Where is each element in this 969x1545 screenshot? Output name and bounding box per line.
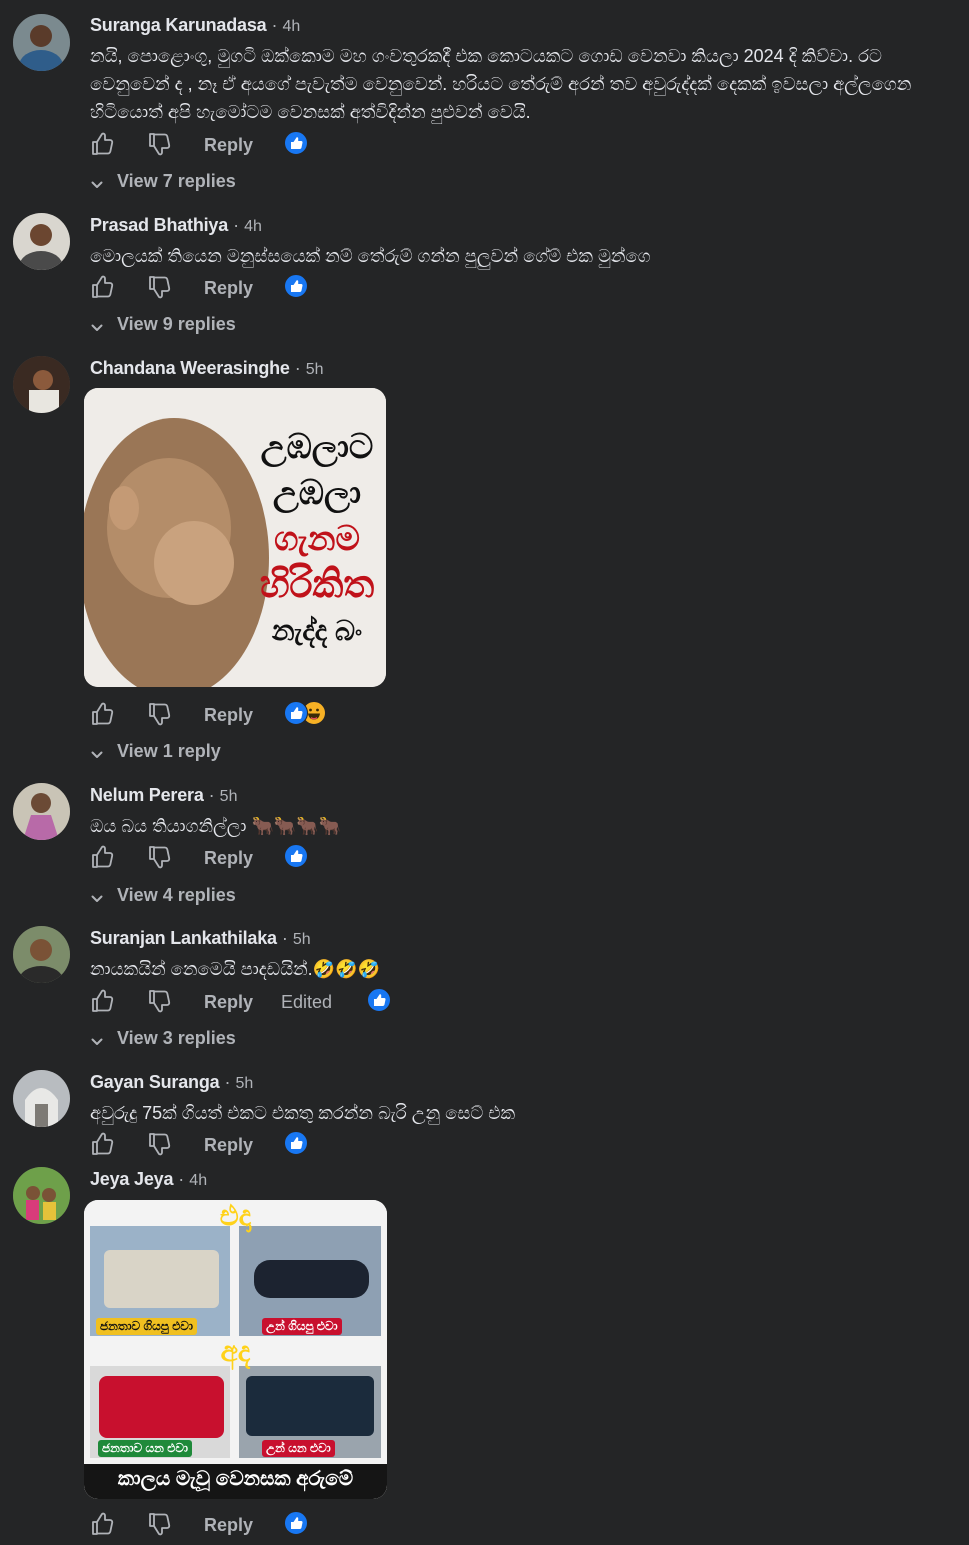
view-replies-label: View 4 replies (117, 885, 236, 905)
comment-actions: Reply (90, 274, 490, 304)
image-label-people-then: ජනතාව ගියපු එවා (96, 1318, 197, 1335)
like-icon[interactable] (90, 988, 114, 1014)
like-reaction-icon (367, 988, 391, 1012)
reply-button[interactable]: Reply (204, 992, 253, 1013)
comment-author[interactable]: Suranjan Lankathilaka (90, 928, 277, 948)
like-reaction-icon (284, 844, 308, 868)
comment-text: අවුරුදු 75ක් ගියත් එකට එකතු කරන්න බැරි උ… (90, 1103, 516, 1123)
comment-text: නායකයින් නෙමෙයි පාදඩයින්.🤣🤣🤣 (90, 959, 380, 979)
edited-label[interactable]: Edited (281, 992, 332, 1013)
comment-author[interactable]: Jeya Jeya (90, 1169, 173, 1189)
image-label-they-then: උන් ගියපු එවා (262, 1318, 342, 1335)
comment-text: මොලයක් තියෙන මනුස්සයෙක් නම් තේරුම් ගන්න … (90, 246, 651, 266)
view-replies-label: View 9 replies (117, 314, 236, 334)
like-icon[interactable] (90, 1131, 114, 1157)
comment-image[interactable]: උඹලාට උඹලා ගැනම හිරිකිත නැද්ද බං (84, 388, 386, 687)
comment-text: ඔය බය තියාගනිල්ලා 🐂🐂🐂🐂 (90, 816, 342, 836)
like-reaction-icon (284, 131, 308, 155)
view-replies-link[interactable]: View 3 replies (90, 1028, 310, 1052)
comment-actions: Reply (90, 701, 490, 731)
view-replies-link[interactable]: View 9 replies (90, 314, 310, 338)
reply-button[interactable]: Reply (204, 1135, 253, 1156)
like-reaction-icon (284, 274, 308, 298)
avatar[interactable] (13, 926, 70, 983)
avatar[interactable] (13, 356, 70, 413)
reply-button[interactable]: Reply (204, 278, 253, 299)
view-replies-label: View 7 replies (117, 171, 236, 191)
like-reaction-icon (284, 1511, 308, 1535)
comment-time[interactable]: 5h (293, 931, 311, 948)
comment-author[interactable]: Gayan Suranga (90, 1072, 220, 1092)
dislike-icon[interactable] (147, 701, 171, 727)
comment-time[interactable]: 5h (235, 1075, 253, 1092)
comment-author[interactable]: Prasad Bhathiya (90, 215, 228, 235)
reply-button[interactable]: Reply (204, 1515, 253, 1536)
image-label-they-now: උන් යන එවා (262, 1440, 335, 1457)
comment-actions: Reply Edited (90, 988, 490, 1018)
dislike-icon[interactable] (147, 988, 171, 1014)
avatar[interactable] (13, 1070, 70, 1127)
reply-button[interactable]: Reply (204, 848, 253, 869)
like-icon[interactable] (90, 1511, 114, 1537)
like-icon[interactable] (90, 274, 114, 300)
view-replies-link[interactable]: View 7 replies (90, 171, 310, 195)
comment-text: නයි, පොළොංගු, මුගටි ඔක්කොම මහ ගංවතුරකදී … (90, 46, 912, 122)
comment-actions: Reply (90, 1511, 490, 1541)
like-icon[interactable] (90, 131, 114, 157)
comment-author[interactable]: Suranga Karunadasa (90, 15, 267, 35)
comment-time[interactable]: 5h (220, 788, 238, 805)
image-caption: උඹලාට උඹලා ගැනම හිරිකිත නැද්ද බං (259, 428, 375, 646)
comment-actions: Reply (90, 1131, 490, 1161)
avatar[interactable] (13, 783, 70, 840)
dislike-icon[interactable] (147, 131, 171, 157)
like-reaction-icon (284, 701, 308, 725)
image-label-footer: කාලය මැවූ වෙනසක අරුමේ (117, 1468, 354, 1490)
comment-image[interactable]: එදා ජනතාව ගියපු එවා උන් ගියපු එවා අද ජනත… (84, 1200, 387, 1499)
like-icon[interactable] (90, 701, 114, 727)
comment-actions: Reply (90, 131, 490, 161)
view-replies-label: View 3 replies (117, 1028, 236, 1048)
view-replies-link[interactable]: View 1 reply (90, 741, 310, 765)
view-replies-link[interactable]: View 4 replies (90, 885, 310, 909)
dislike-icon[interactable] (147, 1511, 171, 1537)
comment-time[interactable]: 5h (306, 361, 324, 378)
dislike-icon[interactable] (147, 1131, 171, 1157)
image-label-then: එදා (219, 1200, 252, 1231)
dislike-icon[interactable] (147, 844, 171, 870)
comment-author[interactable]: Nelum Perera (90, 785, 204, 805)
comment-time[interactable]: 4h (282, 18, 300, 35)
comment-author[interactable]: Chandana Weerasinghe (90, 358, 290, 378)
avatar[interactable] (13, 14, 70, 71)
view-replies-label: View 1 reply (117, 741, 221, 761)
like-icon[interactable] (90, 844, 114, 870)
image-label-people-now: ජනතාව යන එවා (98, 1440, 192, 1457)
reply-button[interactable]: Reply (204, 135, 253, 156)
like-reaction-icon (284, 1131, 308, 1155)
comment-actions: Reply (90, 844, 490, 874)
dislike-icon[interactable] (147, 274, 171, 300)
image-label-now: අද (220, 1336, 251, 1367)
comment-time[interactable]: 4h (189, 1172, 207, 1189)
avatar[interactable] (13, 1167, 70, 1224)
comment-time[interactable]: 4h (244, 218, 262, 235)
avatar[interactable] (13, 213, 70, 270)
reply-button[interactable]: Reply (204, 705, 253, 726)
